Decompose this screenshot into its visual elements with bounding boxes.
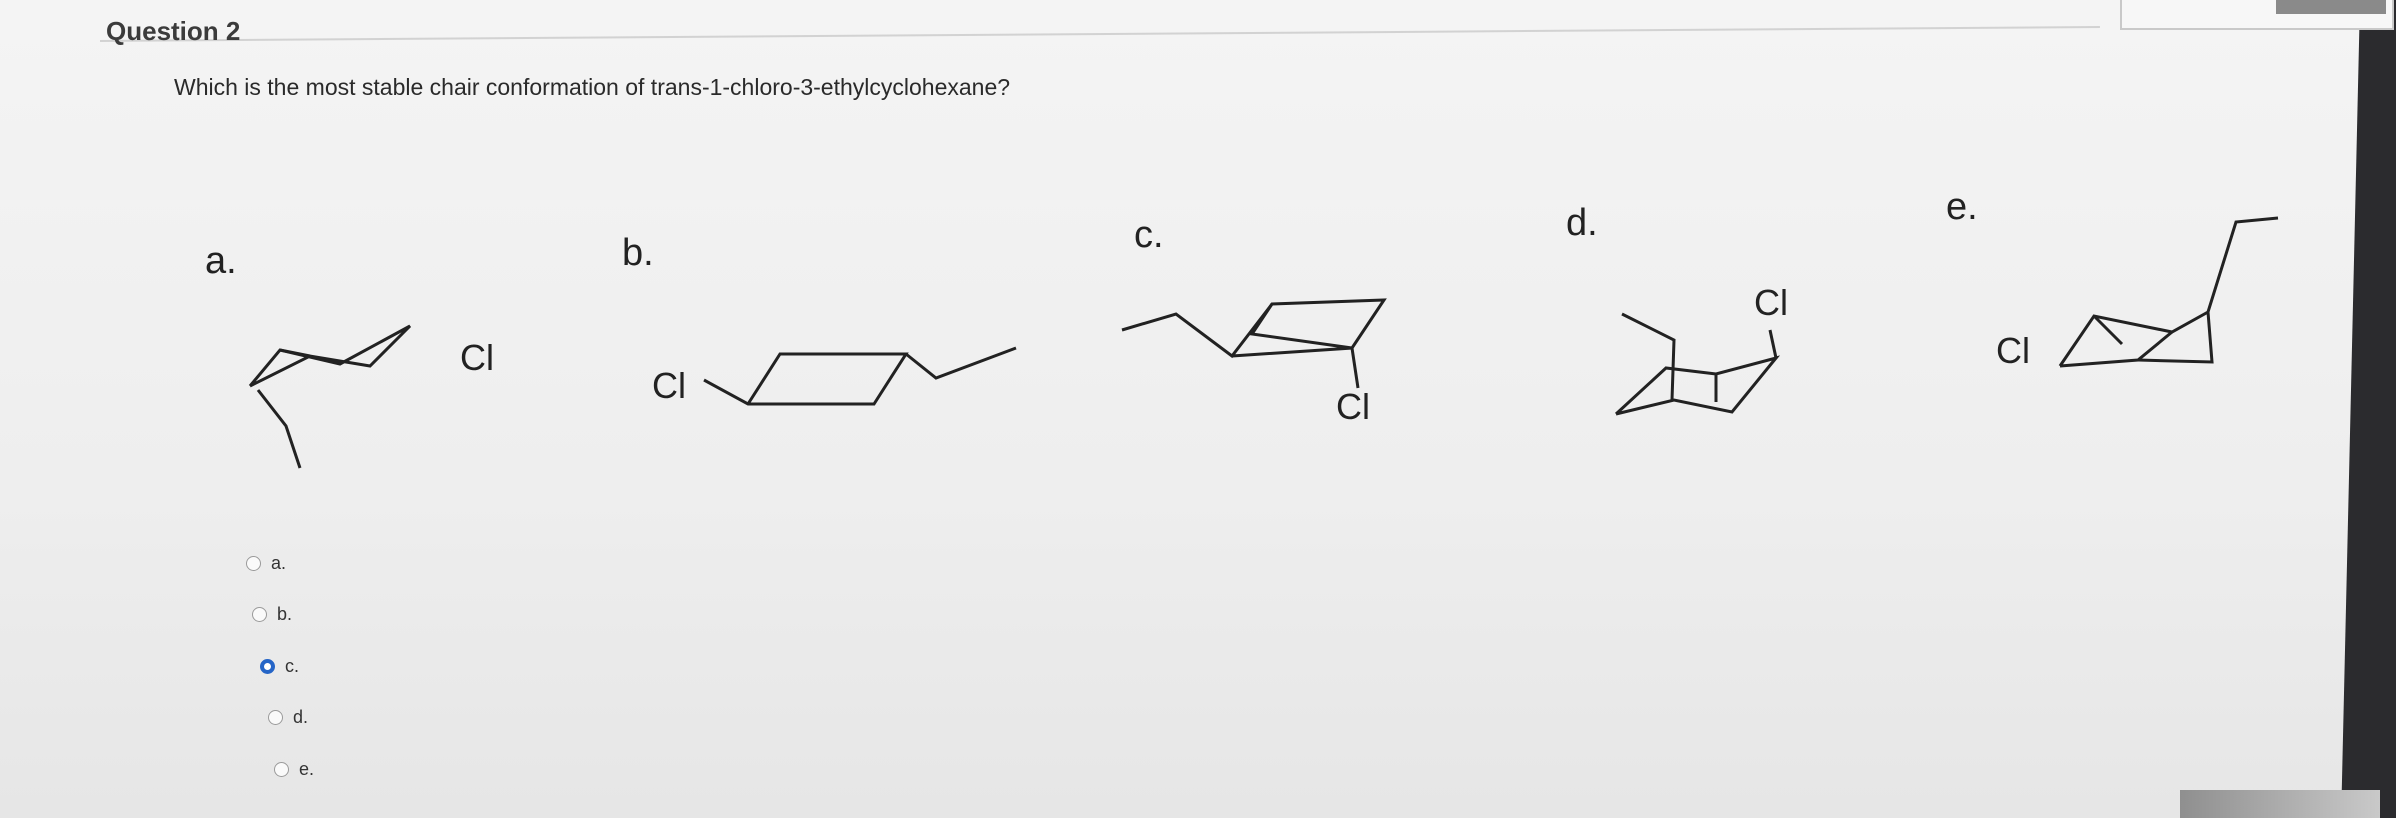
chair-d-drawing bbox=[1614, 312, 1781, 416]
choice-a[interactable]: a. bbox=[246, 553, 286, 574]
choice-c[interactable]: c. bbox=[260, 656, 299, 677]
button-fill bbox=[2276, 0, 2386, 14]
question-text: Which is the most stable chair conformat… bbox=[174, 74, 1011, 100]
atom-label-b: Cl bbox=[652, 365, 686, 406]
structure-c bbox=[1121, 298, 1422, 413]
structure-label-d: d. bbox=[1566, 202, 1598, 244]
radio-button-c-selected[interactable] bbox=[260, 659, 275, 674]
choice-label-d: d. bbox=[293, 707, 309, 727]
atom-label-e: Cl bbox=[1996, 330, 2030, 371]
radio-button-d[interactable] bbox=[268, 710, 283, 725]
radio-button-e[interactable] bbox=[274, 762, 289, 777]
radio-button-b[interactable] bbox=[252, 607, 267, 622]
choice-b[interactable]: b. bbox=[252, 604, 292, 625]
choice-label-a: a. bbox=[271, 553, 287, 573]
top-right-button[interactable] bbox=[2120, 0, 2394, 30]
choice-label-e: e. bbox=[299, 759, 315, 779]
chair-b-drawing bbox=[703, 346, 1017, 406]
chair-a-drawing bbox=[248, 324, 412, 469]
structure-label-e: e. bbox=[1946, 186, 1978, 228]
taskbar-fragment bbox=[2180, 790, 2380, 818]
chair-e-drawing bbox=[2058, 216, 2279, 368]
atom-label-a: Cl bbox=[460, 337, 494, 378]
question-title: Question 2 bbox=[106, 16, 241, 46]
choice-e[interactable]: e. bbox=[274, 759, 314, 780]
choice-label-c: c. bbox=[285, 656, 300, 676]
atom-label-c: Cl bbox=[1336, 386, 1370, 427]
structure-label-b: b. bbox=[622, 232, 654, 274]
chair-c-drawing bbox=[1121, 298, 1387, 389]
choice-label-b: b. bbox=[277, 604, 293, 624]
structure-a bbox=[248, 320, 440, 475]
structure-b bbox=[700, 346, 1020, 417]
structure-d bbox=[1614, 312, 1796, 427]
radio-button-a[interactable] bbox=[246, 556, 261, 571]
structure-e bbox=[2052, 216, 2282, 375]
choice-d[interactable]: d. bbox=[268, 707, 308, 728]
structure-label-a: a. bbox=[205, 240, 237, 282]
structure-label-c: c. bbox=[1134, 214, 1164, 256]
